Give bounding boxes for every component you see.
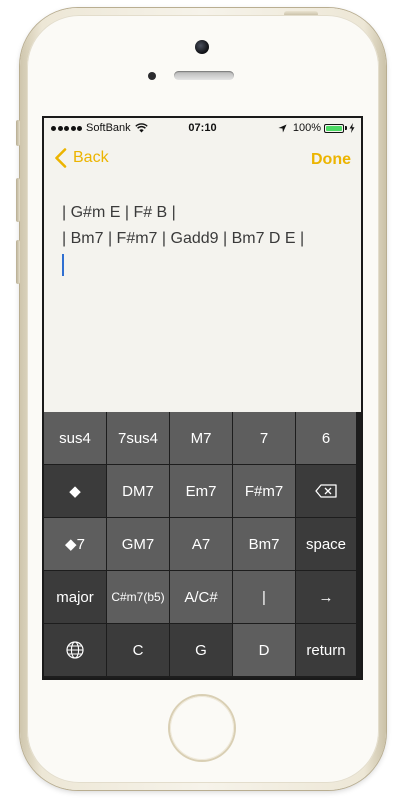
key-6[interactable]: 6 [296,412,356,464]
proximity-sensor [148,72,156,80]
battery-cap [345,126,347,130]
arrow-right-icon: → [318,588,334,606]
key-em7[interactable]: Em7 [170,465,232,517]
keyboard-row-3: ◆7 GM7 A7 Bm7 space [44,518,361,570]
keyboard-row-5: C G D return [44,624,361,676]
key-diamond-7[interactable]: ◆7 [44,518,106,570]
chord-keyboard: sus4 7sus4 M7 7 6 ◆ DM7 Em7 F#m7 ◆7 GM7 … [44,412,361,678]
earpiece-speaker [174,71,234,80]
keyboard-row-2: ◆ DM7 Em7 F#m7 [44,465,361,517]
front-camera [195,40,209,54]
screen: SoftBank 07:10 100% Back Done | G#m E | … [44,118,361,678]
battery-icon [324,123,344,133]
key-d[interactable]: D [233,624,295,676]
key-a7[interactable]: A7 [170,518,232,570]
editor-line-2: | Bm7 | F#m7 | Gadd9 | Bm7 D E | [62,230,305,247]
charging-bolt-icon [349,123,355,133]
key-a-over-csharp[interactable]: A/C# [170,571,232,623]
battery-level-fill [326,125,342,131]
mute-switch [16,120,20,146]
key-c[interactable]: C [107,624,169,676]
volume-up-button [16,178,20,222]
key-g[interactable]: G [170,624,232,676]
globe-key[interactable] [44,624,106,676]
keyboard-row-4: major C#m7(b5) A/C# | → [44,571,361,623]
location-arrow-icon [278,123,287,133]
status-bar: SoftBank 07:10 100% [44,118,361,138]
arrow-right-key[interactable]: → [296,571,356,623]
key-sus4[interactable]: sus4 [44,412,106,464]
status-right: 100% [278,122,355,134]
space-key[interactable]: space [296,518,356,570]
globe-icon [66,641,84,659]
back-button-label: Back [73,149,109,166]
keyboard-row-1: sus4 7sus4 M7 7 6 [44,412,361,464]
editor-line-1: | G#m E | F# B | [62,204,176,221]
backspace-key[interactable] [296,465,356,517]
key-gm7[interactable]: GM7 [107,518,169,570]
home-button[interactable] [170,696,234,760]
back-button[interactable]: Back [54,148,109,168]
key-csharp-m7b5[interactable]: C#m7(b5) [107,571,169,623]
key-7sus4[interactable]: 7sus4 [107,412,169,464]
return-key[interactable]: return [296,624,356,676]
navigation-bar: Back Done [44,138,361,182]
key-7[interactable]: 7 [233,412,295,464]
key-fsharp-m7[interactable]: F#m7 [233,465,295,517]
key-diamond[interactable]: ◆ [44,465,106,517]
key-bm7[interactable]: Bm7 [233,518,295,570]
done-button[interactable]: Done [311,151,351,169]
battery-percentage: 100% [292,122,321,134]
backspace-icon [315,484,337,498]
chord-text-editor[interactable]: | G#m E | F# B | | Bm7 | F#m7 | Gadd9 | … [44,182,361,412]
text-cursor [62,254,64,276]
volume-down-button [16,240,20,284]
key-dm7[interactable]: DM7 [107,465,169,517]
key-bar[interactable]: | [233,571,295,623]
key-m7[interactable]: M7 [170,412,232,464]
major-key[interactable]: major [44,571,106,623]
chevron-left-icon [55,148,67,168]
